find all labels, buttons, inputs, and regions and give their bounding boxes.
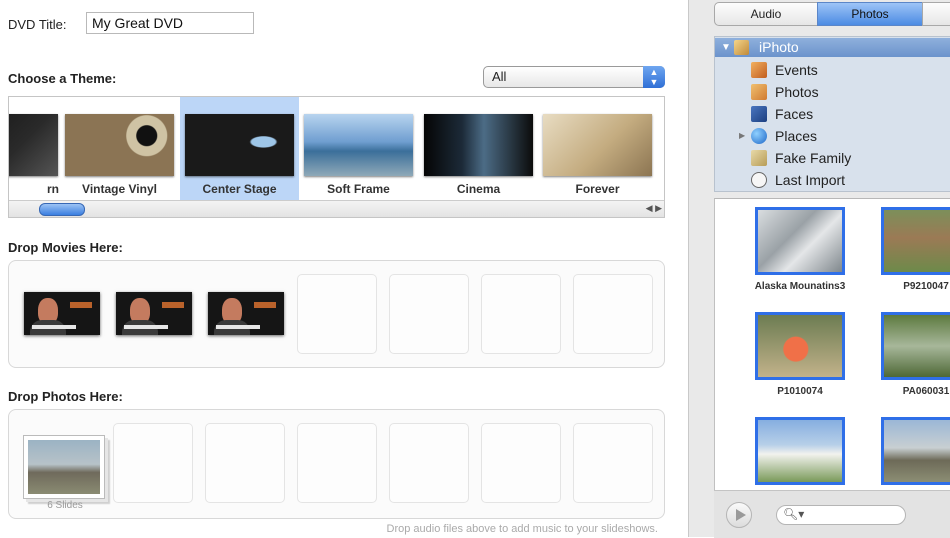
theme-name: Center Stage <box>202 182 277 196</box>
source-item-iphoto[interactable]: ▼ iPhoto <box>715 38 950 57</box>
empty-photo-slot <box>113 423 193 503</box>
theme-browser: rn Vintage Vinyl Center Stage Soft Frame… <box>8 96 665 218</box>
photo-caption: P1010074 <box>777 386 823 397</box>
search-icon: 🔍︎▾ <box>783 507 805 521</box>
empty-movie-slot <box>389 274 469 354</box>
arrow-left-icon[interactable]: ◀ <box>646 203 653 213</box>
empty-photo-slot <box>481 423 561 503</box>
slideshow-stack[interactable] <box>23 435 105 499</box>
events-icon <box>751 62 767 78</box>
theme-scrollbar[interactable]: ◀ ▶ <box>9 200 664 217</box>
theme-item-modern[interactable]: rn <box>9 97 63 200</box>
theme-item-cinema[interactable]: Cinema <box>419 97 538 200</box>
arrow-right-icon[interactable]: ▶ <box>655 203 662 213</box>
photo-thumbnail <box>755 417 845 485</box>
theme-item-soft-frame[interactable]: Soft Frame <box>299 97 418 200</box>
photo-thumbnail <box>755 312 845 380</box>
slides-count-label: 6 Slides <box>47 500 83 511</box>
iphoto-icon <box>734 40 749 55</box>
theme-thumbnail <box>304 114 413 176</box>
empty-movie-slot <box>481 274 561 354</box>
source-list: ▼ iPhoto Events Photos Faces ▶ Places Fak… <box>714 36 950 192</box>
empty-photo-slot <box>205 423 285 503</box>
movie-clip[interactable] <box>208 292 284 335</box>
photo-thumbnail <box>881 312 950 380</box>
source-item-events[interactable]: Events <box>751 60 818 80</box>
source-item-faces[interactable]: Faces <box>751 104 813 124</box>
source-item-fake-family[interactable]: Fake Family <box>751 148 851 168</box>
globe-icon <box>751 128 767 144</box>
theme-scroll-knob[interactable] <box>39 203 85 216</box>
slideshow-thumbnail <box>28 440 100 494</box>
theme-name: Forever <box>575 182 620 196</box>
photo-thumbnail <box>881 207 950 275</box>
photos-icon <box>751 84 767 100</box>
source-label: Fake Family <box>775 150 852 166</box>
source-label: Last Import <box>775 172 846 188</box>
photo-caption: Alaska Mounatins3 <box>754 281 846 292</box>
photo-thumbnail <box>755 207 845 275</box>
select-arrows-icon: ▲ ▼ <box>643 66 665 88</box>
movie-clip[interactable] <box>116 292 192 335</box>
theme-name: Soft Frame <box>327 182 390 196</box>
theme-name: rn <box>47 182 59 196</box>
empty-photo-slot <box>297 423 377 503</box>
empty-photo-slot <box>389 423 469 503</box>
play-icon[interactable] <box>726 502 752 528</box>
theme-item-vintage-vinyl[interactable]: Vintage Vinyl <box>60 97 179 200</box>
empty-photo-slot <box>573 423 653 503</box>
photo-caption: P9210047 <box>903 281 949 292</box>
triangle-right-icon[interactable]: ▶ <box>739 126 745 146</box>
theme-item-center-stage[interactable]: Center Stage <box>180 97 299 200</box>
source-item-places[interactable]: ▶ Places <box>739 126 818 146</box>
source-label: Faces <box>775 106 814 122</box>
theme-name: Vintage Vinyl <box>82 182 157 196</box>
tab-audio[interactable]: Audio <box>714 2 818 26</box>
theme-thumbnail <box>9 114 58 176</box>
theme-name: Cinema <box>456 182 501 196</box>
photos-drop-zone[interactable]: 6 Slides <box>8 409 665 519</box>
clock-icon <box>751 172 767 188</box>
theme-thumbnail <box>543 114 652 176</box>
movies-drop-zone[interactable] <box>8 260 665 368</box>
source-item-last-import[interactable]: Last Import <box>751 170 845 190</box>
photo-search-input[interactable]: 🔍︎▾ <box>776 505 906 525</box>
source-label: Photos <box>775 84 819 100</box>
theme-item-forever[interactable]: Forever <box>538 97 657 200</box>
dvd-title-label: DVD Title: <box>8 17 67 32</box>
choose-theme-header: Choose a Theme: <box>8 71 117 86</box>
triangle-down-icon[interactable]: ▼ <box>721 38 731 57</box>
theme-filter-value: All <box>492 69 507 84</box>
media-bottom-bar: 🔍︎▾ <box>714 490 950 538</box>
album-icon <box>751 150 767 166</box>
dvd-title-input[interactable] <box>86 12 254 34</box>
theme-filter-select[interactable]: All ▲ ▼ <box>483 66 665 88</box>
source-item-photos[interactable]: Photos <box>751 82 819 102</box>
drop-movies-header: Drop Movies Here: <box>8 240 123 255</box>
source-root-label: iPhoto <box>759 39 799 55</box>
media-browser: Audio Photos ▼ iPhoto Events Photos Face… <box>688 0 950 538</box>
theme-thumbnail <box>185 114 294 176</box>
drop-photos-header: Drop Photos Here: <box>8 389 123 404</box>
audio-hint-text: Drop audio files above to add music to y… <box>386 523 658 535</box>
scroll-arrows[interactable]: ◀ ▶ <box>646 203 662 214</box>
source-label: Places <box>775 128 818 144</box>
photo-thumbnail <box>881 417 950 485</box>
tab-photos[interactable]: Photos <box>817 2 923 26</box>
empty-movie-slot <box>297 274 377 354</box>
source-label: Events <box>775 62 818 78</box>
theme-thumbnail <box>424 114 533 176</box>
photo-grid: Alaska Mounatins3 P9210047 P1010074 PA06… <box>714 198 950 491</box>
tab-movies[interactable] <box>922 2 950 26</box>
movie-clip[interactable] <box>24 292 100 335</box>
empty-movie-slot <box>573 274 653 354</box>
photo-caption: PA060031 <box>902 386 950 397</box>
faces-icon <box>751 106 767 122</box>
theme-thumbnail <box>65 114 174 176</box>
